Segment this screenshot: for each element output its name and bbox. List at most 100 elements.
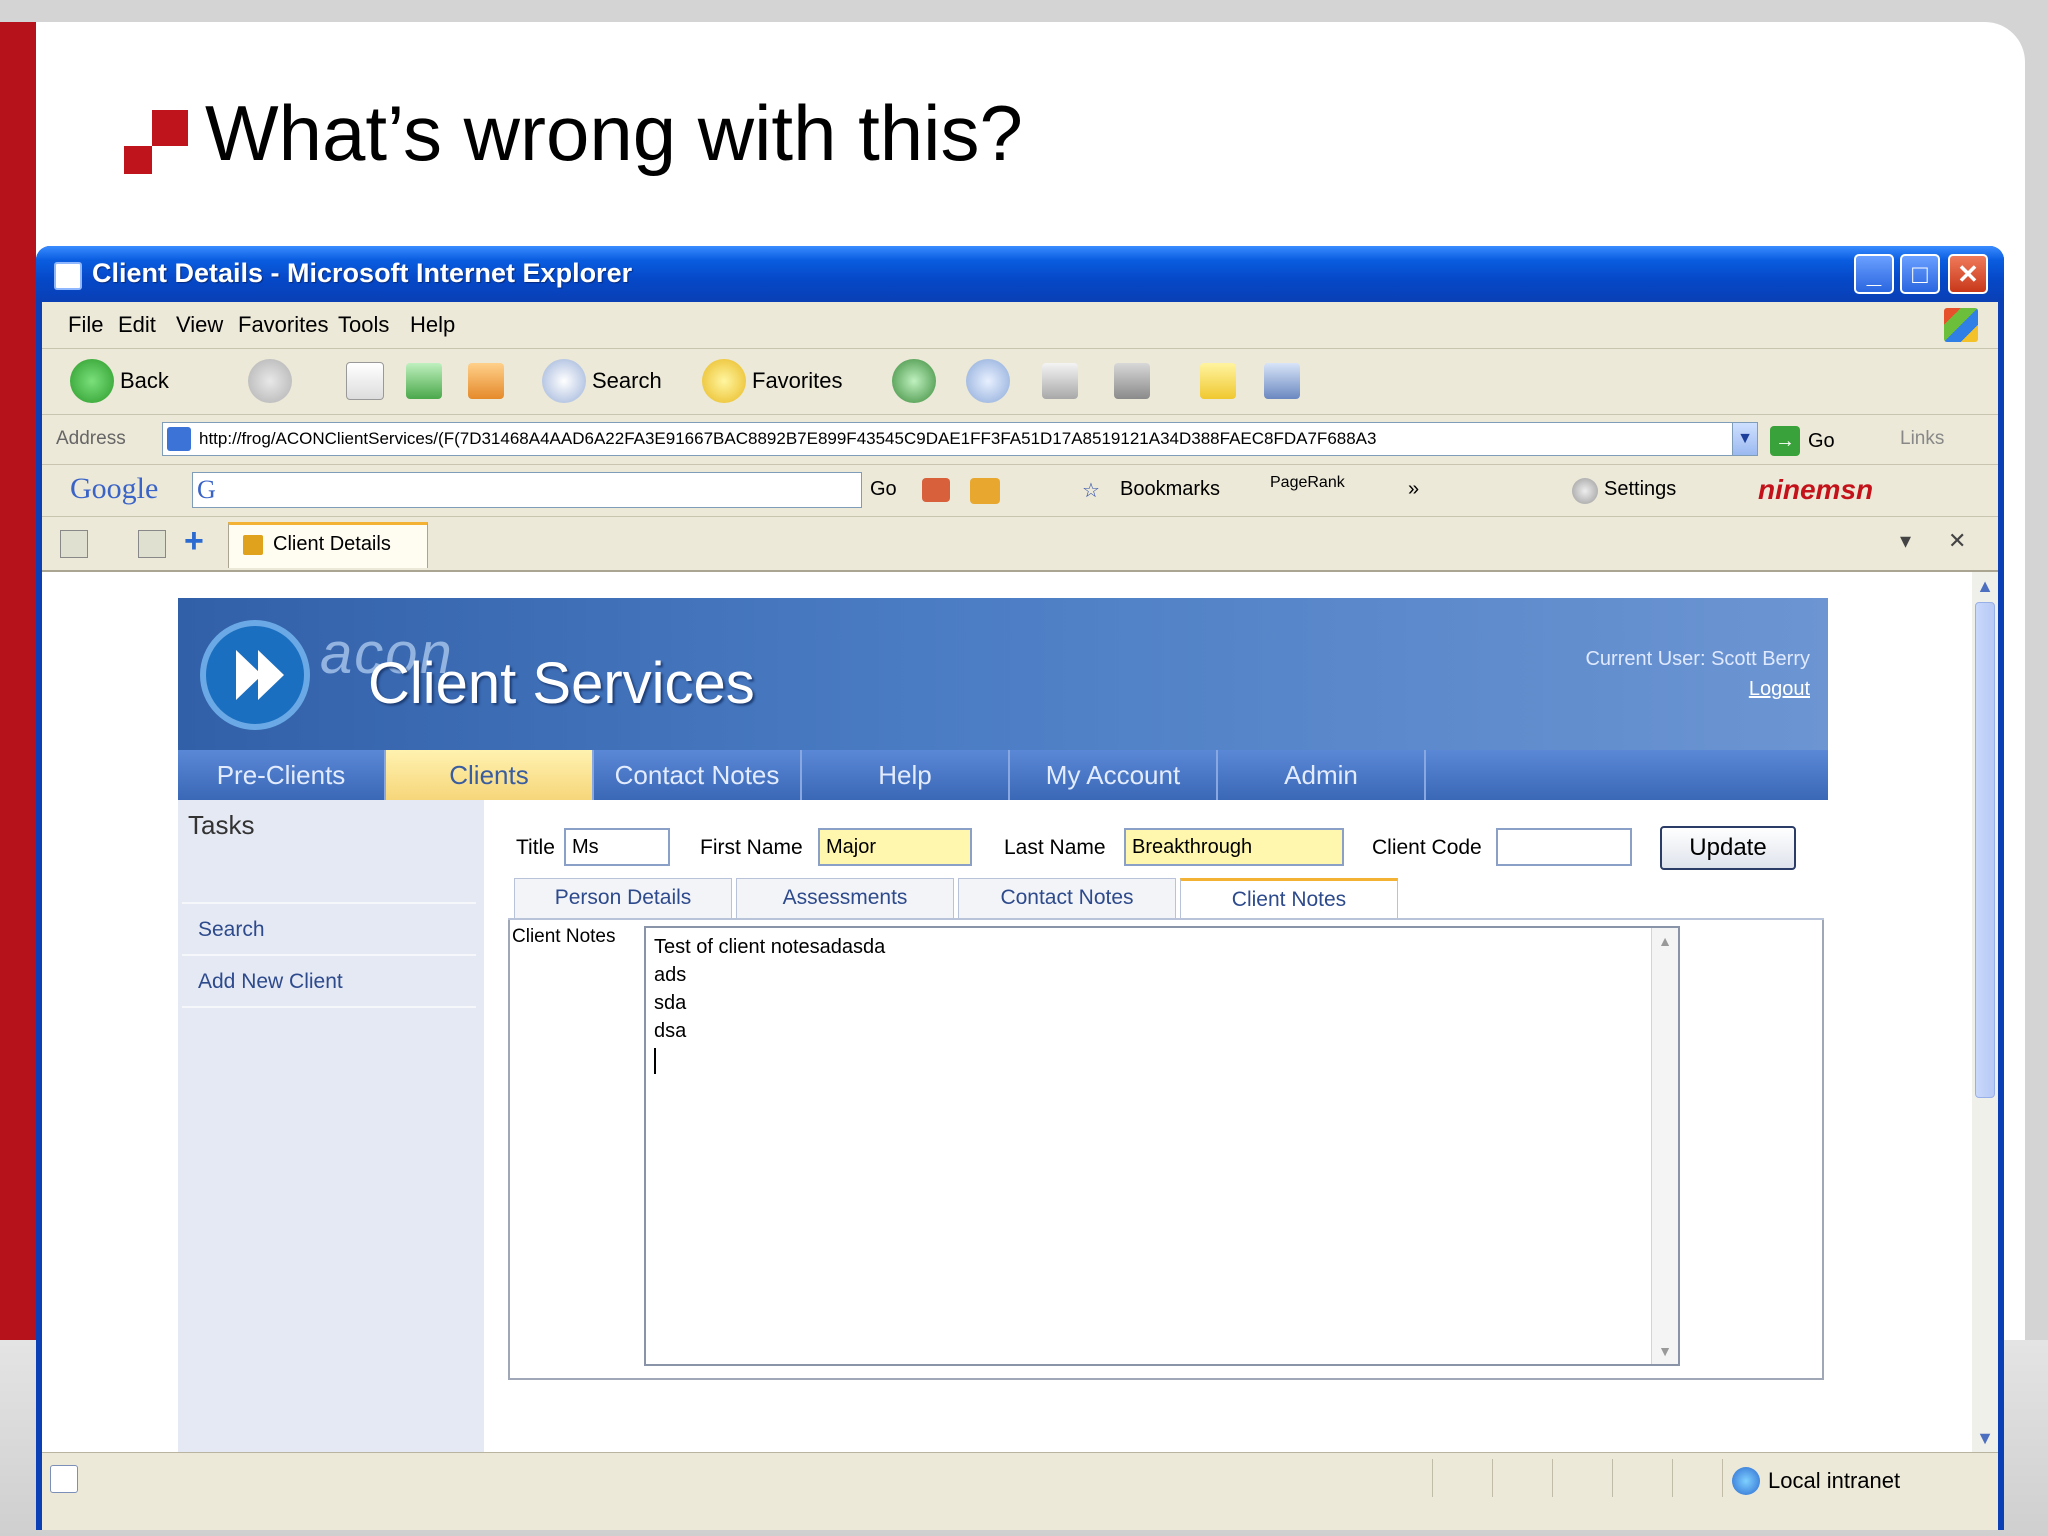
refresh-icon — [406, 363, 442, 399]
quick-tabs-icon[interactable] — [60, 530, 88, 558]
client-code-field[interactable] — [1496, 828, 1632, 866]
page-icon — [167, 427, 191, 451]
first-name-field[interactable]: Major — [818, 828, 972, 866]
home-button[interactable] — [468, 358, 510, 404]
bookmark-star-icon: ☆ — [1082, 480, 1100, 502]
address-input[interactable]: http://frog/ACONClientServices/(F(7D3146… — [162, 422, 1752, 456]
close-button[interactable]: ✕ — [1948, 254, 1988, 294]
nav-admin[interactable]: Admin — [1218, 750, 1426, 800]
update-button[interactable]: Update — [1660, 826, 1796, 870]
minimize-icon: _ — [1866, 259, 1882, 289]
nav-help[interactable]: Help — [802, 750, 1010, 800]
address-dropdown[interactable]: ▼ — [1732, 422, 1758, 456]
security-zone[interactable]: Local intranet — [1732, 1467, 1900, 1495]
tab-contact-notes[interactable]: Contact Notes — [958, 878, 1176, 918]
window-titlebar[interactable]: Client Details - Microsoft Internet Expl… — [36, 246, 2004, 302]
logout-link[interactable]: Logout — [1749, 678, 1810, 701]
settings-button[interactable]: Settings — [1604, 478, 1676, 501]
ninemsn-logo[interactable]: ninemsn — [1758, 474, 1873, 506]
forward-button[interactable] — [248, 358, 298, 404]
messenger-icon — [1264, 363, 1300, 399]
search-button[interactable]: Search — [542, 358, 662, 404]
add-tab-icon[interactable]: + — [184, 522, 204, 561]
title-field[interactable]: Ms — [564, 828, 670, 866]
popup-blocker-icon[interactable] — [922, 478, 950, 502]
nav-contact-notes[interactable]: Contact Notes — [594, 750, 802, 800]
scroll-down-icon[interactable]: ▼ — [1654, 1340, 1676, 1362]
google-go-button[interactable]: Go — [870, 478, 897, 501]
title-label: Title — [516, 836, 555, 859]
autofill-icon[interactable] — [970, 478, 1000, 504]
menu-edit[interactable]: Edit — [118, 312, 156, 338]
tasks-divider — [182, 954, 476, 956]
mail-icon — [966, 359, 1010, 403]
more-chevron-icon[interactable]: » — [1408, 478, 1419, 501]
refresh-button[interactable] — [406, 358, 448, 404]
tabs-bar: + Client Details ▾ ✕ — [42, 516, 1998, 572]
page-scrollbar[interactable]: ▲ ▼ — [1972, 572, 1998, 1452]
app-header: acon Client Services Current User: Scott… — [178, 598, 1828, 750]
favorites-button[interactable]: Favorites — [702, 358, 842, 404]
notes-button[interactable] — [1200, 358, 1242, 404]
messenger-button[interactable] — [1264, 358, 1306, 404]
page-tab-icon — [243, 535, 263, 555]
client-notes-textarea[interactable]: Test of client notesadasda ads sda dsa ▲… — [644, 926, 1680, 1366]
tab-person-details[interactable]: Person Details — [514, 878, 732, 918]
google-toolbar: Google G Go ☆ Bookmarks PageRank » Setti… — [42, 464, 1998, 517]
address-label: Address — [56, 428, 126, 449]
menu-file[interactable]: File — [68, 312, 103, 338]
history-icon — [892, 359, 936, 403]
history-button[interactable] — [892, 358, 942, 404]
app-title: Client Services — [368, 651, 755, 716]
links-button[interactable]: Links — [1900, 428, 1944, 450]
last-name-field[interactable]: Breakthrough — [1124, 828, 1344, 866]
aconn-logo-icon — [200, 620, 310, 730]
notes-scrollbar[interactable]: ▲ ▼ — [1651, 928, 1678, 1364]
go-button[interactable]: → Go — [1770, 426, 1835, 456]
tasks-search-link[interactable]: Search — [198, 918, 265, 942]
nav-my-account[interactable]: My Account — [1010, 750, 1218, 800]
nav-clients[interactable]: Clients — [386, 750, 594, 800]
scroll-up-icon[interactable]: ▲ — [1975, 574, 1995, 598]
tasks-add-client-link[interactable]: Add New Client — [198, 970, 343, 994]
tab-list-icon[interactable]: ▾ — [1900, 528, 1911, 554]
scroll-down-icon[interactable]: ▼ — [1975, 1426, 1995, 1450]
stop-button[interactable] — [346, 358, 390, 404]
maximize-button[interactable]: □ — [1900, 254, 1940, 294]
search-icon — [542, 359, 586, 403]
menu-help[interactable]: Help — [410, 312, 455, 338]
tasks-divider — [182, 1006, 476, 1008]
sticky-note-icon — [1200, 363, 1236, 399]
menu-favorites[interactable]: Favorites — [238, 312, 328, 338]
new-tab-icon[interactable] — [138, 530, 166, 558]
nav-pre-clients[interactable]: Pre-Clients — [178, 750, 386, 800]
back-button[interactable]: Back — [70, 358, 169, 404]
stop-icon — [346, 362, 384, 400]
status-divider — [1612, 1459, 1613, 1497]
tab-client-details[interactable]: Client Details — [228, 522, 428, 568]
first-name-label: First Name — [700, 836, 803, 859]
menu-tools[interactable]: Tools — [338, 312, 389, 338]
status-divider — [1492, 1459, 1493, 1497]
bookmarks-button[interactable]: Bookmarks — [1120, 478, 1220, 501]
print-button[interactable] — [1042, 358, 1084, 404]
scroll-up-icon[interactable]: ▲ — [1654, 930, 1676, 952]
last-name-label: Last Name — [1004, 836, 1106, 859]
tab-client-notes[interactable]: Client Notes — [1180, 878, 1398, 918]
google-search-input[interactable]: G — [192, 472, 862, 508]
close-tab-icon[interactable]: ✕ — [1948, 528, 1966, 554]
menu-view[interactable]: View — [176, 312, 223, 338]
notes-line: ads — [654, 964, 687, 986]
minimize-button[interactable]: _ — [1854, 254, 1894, 294]
tab-assessments[interactable]: Assessments — [736, 878, 954, 918]
edit-button[interactable] — [1114, 358, 1156, 404]
status-divider — [1552, 1459, 1553, 1497]
mail-button[interactable] — [966, 358, 1016, 404]
forward-arrow-icon — [248, 359, 292, 403]
status-page-icon — [50, 1465, 78, 1493]
scrollbar-thumb[interactable] — [1975, 602, 1995, 1098]
address-bar: Address http://frog/ACONClientServices/(… — [42, 414, 1998, 465]
notes-line: Test of client notesadasda — [654, 936, 886, 958]
status-divider — [1432, 1459, 1433, 1497]
text-cursor — [654, 1048, 656, 1074]
